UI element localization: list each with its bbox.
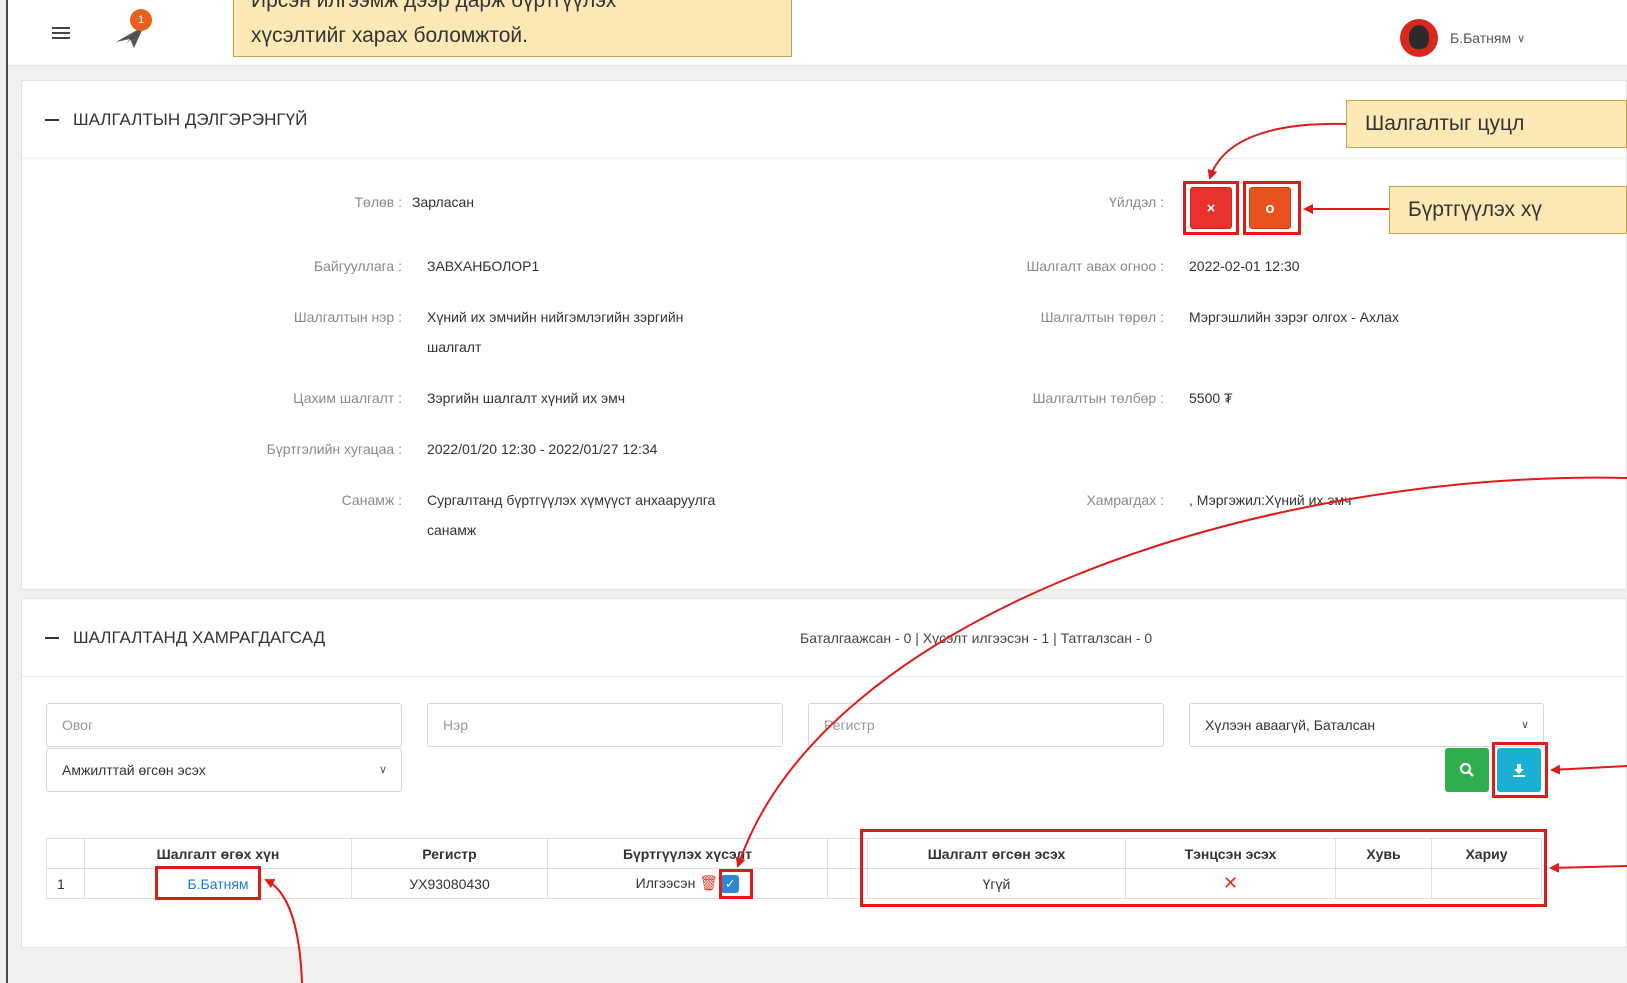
exam-type-label: Шалгалтын төрөл : — [1040, 309, 1164, 325]
row-percent — [1335, 868, 1432, 899]
panel-title: ШАЛГАЛТЫН ДЭЛГЭРЭНГҮЙ — [73, 109, 308, 129]
exam-name-label: Шалгалтын нэр : — [293, 309, 402, 325]
col-register: Регистр — [351, 838, 548, 869]
notification-badge[interactable]: 1 — [130, 9, 152, 31]
menu-icon[interactable] — [52, 27, 70, 41]
exam-name-value-line1: Хүний их эмчийн нийгэмлэгийн зэргийн — [427, 309, 684, 325]
firstname-input[interactable]: Нэр — [427, 703, 783, 747]
reg-period-label: Бүртгэлийн хугацаа : — [266, 441, 402, 457]
exam-date-value: 2022-02-01 12:30 — [1189, 258, 1300, 274]
status-select[interactable]: Хүлээн аваагүй, Баталсан ∨ — [1189, 703, 1544, 747]
panel-title: ШАЛГАЛТАНД ХАМРАГДАГСАД — [73, 627, 326, 647]
user-menu[interactable]: Б.Батням ∨ — [1400, 19, 1526, 57]
row-request-cell: Илгээсэн 🗑 ✓ — [547, 868, 828, 899]
col-person: Шалгалт өгөх хүн — [84, 838, 352, 869]
organization-value: ЗАВХАНБОЛОР1 — [427, 258, 540, 274]
search-button[interactable] — [1445, 748, 1489, 792]
avatar — [1400, 19, 1438, 57]
exam-date-label: Шалгалт авах огноо : — [1026, 258, 1164, 274]
coverage-value: , Мэргэжил:Хүний их эмч — [1189, 492, 1352, 508]
download-icon — [1513, 764, 1525, 777]
request-status: Илгээсэн — [635, 874, 696, 891]
col-num — [46, 838, 85, 869]
cross-icon: ✕ — [1222, 873, 1239, 893]
exam-type-value: Мэргэшлийн зэрэг олгох - Ахлах — [1189, 309, 1399, 325]
collapse-icon[interactable] — [45, 636, 59, 639]
exam-fee-label: Шалгалтын төлбөр : — [1032, 390, 1164, 406]
status-select-value: Хүлээн аваагүй, Баталсан — [1205, 717, 1376, 733]
approve-checkbox-icon[interactable]: ✓ — [721, 875, 740, 894]
participant-stats: Баталгаажсан - 0 | Хүсэлт илгээсэн - 1 |… — [800, 630, 1153, 646]
col-percent: Хувь — [1335, 838, 1432, 869]
table-header-row: Шалгалт өгөх хүн Регистр Бүртгүүлэх хүсэ… — [46, 838, 1542, 869]
collapse-icon[interactable] — [45, 118, 59, 121]
row-result — [1431, 868, 1542, 899]
callout-register: Бүртгүүлэх хү — [1389, 186, 1627, 234]
exam-name-value-line2: шалгалт — [427, 339, 482, 355]
search-icon — [1459, 762, 1474, 777]
window-edge — [6, 0, 8, 983]
online-exam-label: Цахим шалгалт : — [293, 390, 402, 406]
trash-icon[interactable]: 🗑 — [699, 875, 718, 892]
notice-label: Санамж : — [341, 492, 402, 508]
person-link[interactable]: Б.Батням — [187, 876, 248, 892]
user-name: Б.Батням — [1450, 30, 1512, 46]
exam-details-panel: ШАЛГАЛТЫН ДЭЛГЭРЭНГҮЙ — [21, 80, 1627, 590]
reg-period-value: 2022/01/20 12:30 - 2022/01/27 12:34 — [427, 441, 658, 457]
col-result: Хариу — [1431, 838, 1542, 869]
action-label: Үйлдэл : — [1109, 194, 1164, 210]
row-register: УХ93080430 — [351, 868, 548, 899]
col-request: Бүртгүүлэх хүсэлт — [547, 838, 828, 869]
notice-value-line1: Сургалтанд бүртгүүлэх хүмүүст анхааруулг… — [427, 492, 716, 508]
col-taken: Шалгалт өгсөн эсэх — [867, 838, 1126, 869]
callout-top-line1: Ирсэн илгээмж дээр дарж бүртгүүлэх — [251, 0, 617, 12]
row-passed-cell: ✕ — [1125, 868, 1336, 899]
col-passed: Тэнцсэн эсэх — [1125, 838, 1336, 869]
row-taken: Үгүй — [867, 868, 1126, 899]
status-label: Төлөв : — [354, 194, 402, 210]
register-input[interactable]: Регистр — [808, 703, 1164, 747]
download-button[interactable] — [1497, 748, 1541, 792]
table-row: 1 Б.Батням УХ93080430 Илгээсэн 🗑 ✓ Үгүй ✕ — [46, 868, 1542, 899]
coverage-label: Хамрагдах : — [1086, 492, 1164, 508]
col-empty — [827, 838, 868, 869]
participants-table: Шалгалт өгөх хүн Регистр Бүртгүүлэх хүсэ… — [46, 838, 1542, 899]
row-empty — [827, 868, 868, 899]
chevron-down-icon: ∨ — [1520, 719, 1529, 731]
notice-value-line2: санамж — [427, 522, 477, 538]
register-request-button[interactable]: o — [1249, 187, 1291, 229]
row-person-cell: Б.Батням — [84, 868, 352, 899]
row-num: 1 — [46, 868, 85, 899]
organization-label: Байгууллага : — [313, 258, 402, 274]
chevron-down-icon: ∨ — [378, 764, 387, 776]
callout-top-line2: хүсэлтийг харах боломжтой. — [251, 24, 528, 47]
callout-cancel: Шалгалтыг цуцл — [1346, 100, 1627, 148]
passed-select[interactable]: Амжилттай өгсөн эсэх ∨ — [46, 748, 402, 792]
online-exam-value: Зэргийн шалгалт хүний их эмч — [427, 390, 626, 406]
circle-icon: o — [1265, 199, 1275, 217]
status-value: Зарласан — [412, 194, 475, 210]
callout-top: Ирсэн илгээмж дээр дарж бүртгүүлэх хүсэл… — [233, 0, 792, 57]
exam-fee-value: 5500 ₮ — [1189, 390, 1233, 406]
cancel-exam-button[interactable]: × — [1190, 187, 1232, 229]
chevron-down-icon: ∨ — [1517, 32, 1526, 45]
passed-select-value: Амжилттай өгсөн эсэх — [62, 762, 206, 778]
lastname-input[interactable]: Овог — [46, 703, 402, 747]
close-icon: × — [1206, 199, 1216, 217]
